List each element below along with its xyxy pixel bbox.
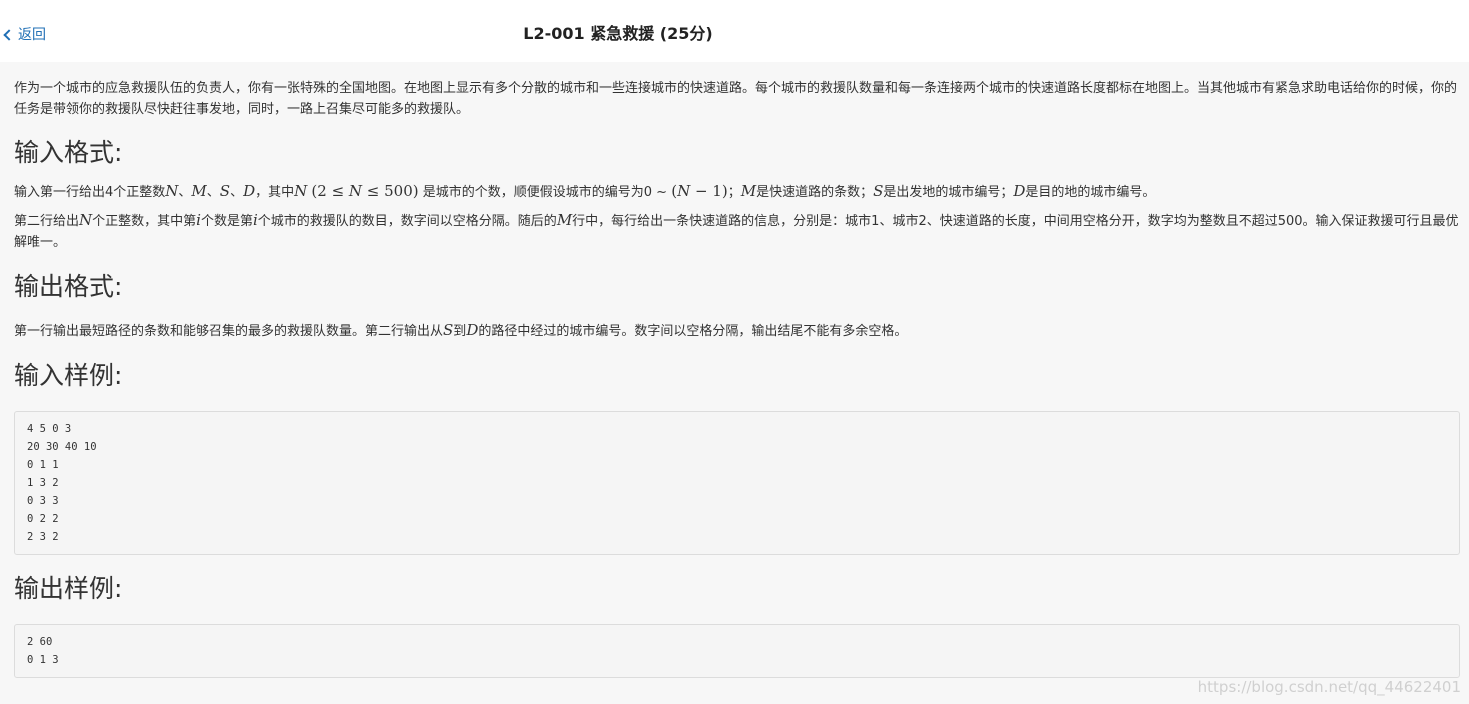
input-format-line-1: 输入第一行给出4个正整数N、M、S、D，其中N (2 ≤ N ≤ 500) 是城… [14, 182, 1156, 200]
output-format-line: 第一行输出最短路径的条数和能够召集的最多的救援队数量。第二行输出从S到D的路径中… [14, 321, 908, 339]
sample-output-code: 2 60 0 1 3 [14, 624, 1460, 678]
sample-output-heading: 输出样例: [14, 574, 123, 603]
sample-input-code: 4 5 0 3 20 30 40 10 0 1 1 1 3 2 0 3 3 0 … [14, 411, 1460, 555]
output-format-heading: 输出格式: [14, 272, 123, 301]
sample-input-heading: 输入样例: [14, 361, 123, 390]
page-title: L2-001 紧急救援 (25分) [523, 24, 713, 43]
input-format-heading: 输入格式: [14, 138, 123, 167]
top-bar: 返回 L2-001 紧急救援 (25分) [0, 0, 1469, 62]
problem-description: 作为一个城市的应急救援队伍的负责人，你有一张特殊的全国地图。在地图上显示有多个分… [14, 81, 1458, 117]
input-format-line-2: 第二行给出N个正整数，其中第i个数是第i个城市的救援队的数目，数字间以空格分隔。… [14, 211, 1459, 250]
problem-content: 作为一个城市的应急救援队伍的负责人，你有一张特殊的全国地图。在地图上显示有多个分… [14, 78, 1460, 678]
watermark: https://blog.csdn.net/qq_44622401 [1197, 678, 1461, 696]
